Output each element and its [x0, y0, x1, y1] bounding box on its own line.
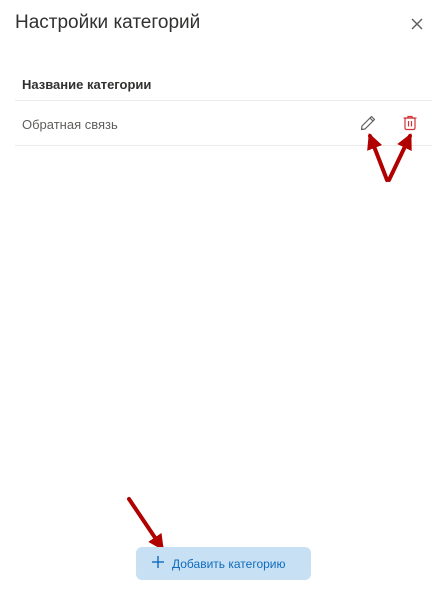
add-category-button[interactable]: Добавить категорию	[136, 547, 311, 580]
trash-icon	[403, 115, 417, 131]
annotation-arrow-add	[127, 497, 164, 551]
panel-title: Настройки категорий	[15, 12, 201, 33]
edit-category-button[interactable]	[358, 113, 378, 133]
table-row: Обратная связь	[15, 101, 432, 146]
category-name: Обратная связь	[22, 117, 118, 132]
pencil-icon	[360, 115, 376, 131]
category-settings-panel: Настройки категорий Название категории О…	[0, 0, 445, 595]
plus-icon	[152, 556, 164, 568]
column-header-category-name: Название категории	[22, 77, 152, 92]
close-icon	[411, 18, 423, 30]
close-button[interactable]	[405, 12, 429, 36]
delete-category-button[interactable]	[400, 113, 420, 133]
table-header: Название категории	[15, 66, 432, 101]
add-category-label: Добавить категорию	[172, 557, 286, 571]
